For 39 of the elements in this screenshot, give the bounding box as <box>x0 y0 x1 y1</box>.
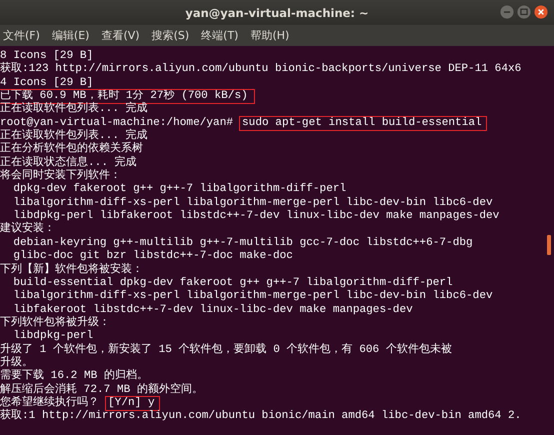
terminal-text: 正在分析软件包的依赖关系树 <box>0 143 143 156</box>
terminal-text: 正在读取状态信息... 完成 <box>0 156 137 169</box>
terminal-text: 下列【新】软件包将被安装： <box>0 264 143 277</box>
highlighted-text: sudo apt-get install build-essential <box>240 116 486 130</box>
terminal-text: 获取:123 http://mirrors.aliyun.com/ubuntu bionic-backports/universe DEP-11 64x6 <box>0 63 522 77</box>
terminal-text: libdpkg-perl libfakeroot libstdc++-7-dev linux-libc-dev make manpages-dev <box>13 210 500 222</box>
terminal-text: 正在读取软件包列表... 完成 <box>0 103 148 117</box>
terminal-text: build-essential dpkg-dev fakeroot g++ g++-7 libalgorithm-diff-perl <box>12 276 453 290</box>
terminal-text: 获取:1 http://mirrors.aliyun.com/ubuntu bionic/main amd64 libc-dev-bin amd64 2. <box>0 410 522 424</box>
close-icon[interactable] <box>534 5 548 19</box>
terminal-text: 需要下载 16.2 MB 的归档。 <box>0 370 148 382</box>
menu-item[interactable]: 搜索(S) <box>152 28 190 43</box>
terminal-text: libalgorithm-diff-xs-perl libalgorithm-merge-perl libc-dev-bin libc6-dev <box>12 196 493 210</box>
menu-item[interactable]: 帮助(H) <box>250 28 290 43</box>
terminal-text: libalgorithm-diff-xs-perl libalgorithm-merge-perl libc-dev-bin libc6-dev <box>12 290 493 304</box>
terminal-text: 下列软件包将被升级： <box>0 316 110 330</box>
terminal-text: 4 Icons [29 B] <box>0 76 94 90</box>
terminal-text: glibc-doc git bzr libstdc++-7-doc make-doc <box>12 250 293 262</box>
terminal-text: 您希望继续执行吗？ <box>0 396 99 409</box>
terminal-text: 将会同时安装下列软件： <box>0 170 121 183</box>
terminal-text: libfakeroot libstdc++-7-dev linux-libc-dev make manpages-dev <box>12 304 413 316</box>
highlighted-text: [Y/n] y <box>106 396 159 410</box>
window-title: yan@yan-virtual-machine: ~ <box>185 6 369 20</box>
menu-item[interactable]: 编辑(E) <box>52 28 90 43</box>
menu-item[interactable]: 文件(F) <box>3 28 40 43</box>
menu-item[interactable]: 终端(T) <box>201 28 238 43</box>
terminal-text: 升级。 <box>0 356 33 369</box>
terminal-text: dpkg-dev fakeroot g++ g++-7 libalgorithm-diff-perl <box>12 183 346 197</box>
terminal-text: 8 Icons [29 B] <box>0 50 94 62</box>
terminal-text: root@yan-virtual-machine:/home/yan# <box>0 116 234 129</box>
terminal-text: 解压缩后会消耗 72.7 MB 的额外空间。 <box>0 384 203 396</box>
terminal-text: 升级了 1 个软件包，新安装了 15 个软件包，要卸载 0 个软件包，有 606 个软件包未被 <box>0 344 452 356</box>
terminal-text: debian-keyring g++-multilib g++-7-multilib gcc-7-doc libstdc++6-7-dbg <box>12 236 473 250</box>
scrollbar-thumb[interactable] <box>547 235 551 255</box>
menu-item[interactable]: 查看(V) <box>101 28 140 43</box>
terminal-text: 建议安装： <box>0 223 55 237</box>
terminal-text: 正在读取软件包列表... 完成 <box>0 130 148 142</box>
minimize-icon[interactable] <box>500 5 514 19</box>
terminal-text: libdpkg-perl <box>12 330 94 343</box>
